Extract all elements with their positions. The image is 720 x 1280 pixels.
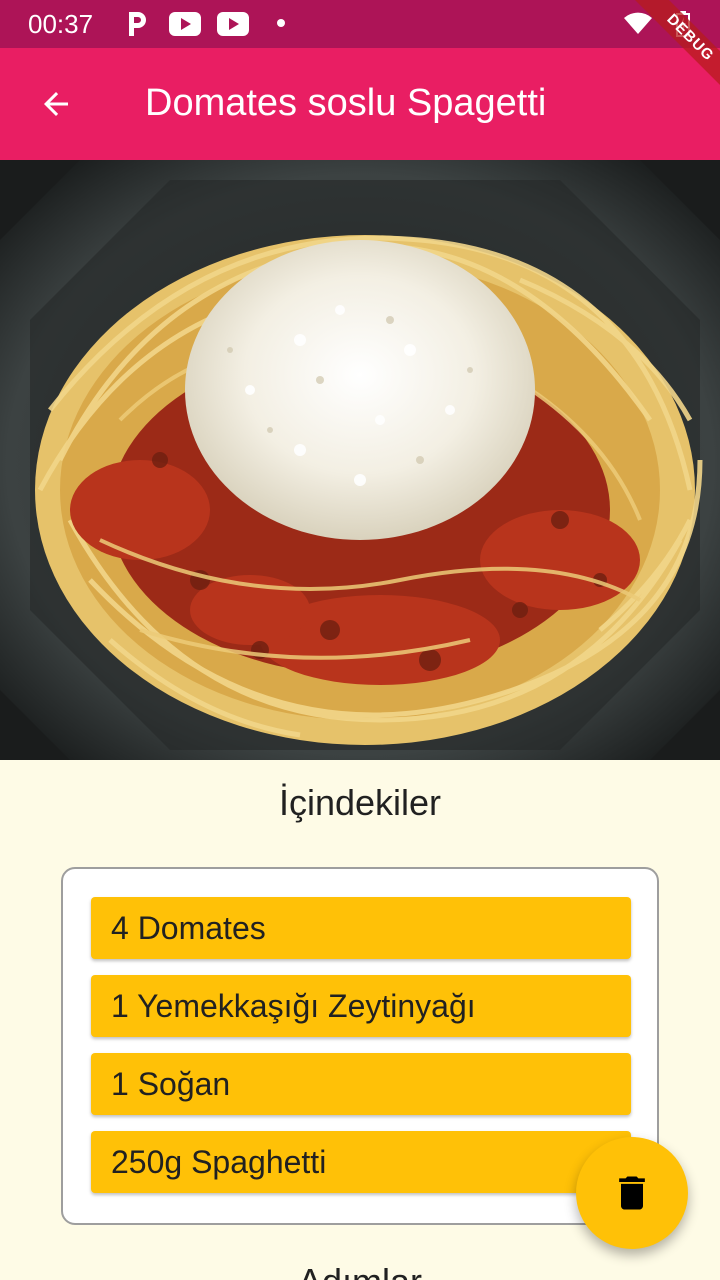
page-title: Domates soslu Spagetti — [145, 82, 547, 124]
status-time: 00:37 — [28, 9, 94, 39]
app-bar: Domates soslu Spagetti — [0, 48, 720, 160]
trash-icon — [619, 1176, 645, 1210]
youtube-icon — [217, 12, 249, 36]
delete-button[interactable] — [576, 1137, 688, 1249]
ingredient-item[interactable]: 4 Domates — [91, 897, 631, 959]
ingredients-title: İçindekiler — [278, 782, 442, 823]
dot-icon — [277, 19, 285, 27]
youtube-icon — [169, 12, 201, 36]
ingredient-item[interactable]: 250g Spaghetti — [91, 1131, 631, 1193]
status-bar: 00:37 — [0, 0, 720, 48]
parking-icon — [129, 12, 146, 36]
ingredient-item[interactable]: 1 Yemekkaşığı Zeytinyağı — [91, 975, 631, 1037]
recipe-image — [0, 160, 720, 760]
back-button[interactable] — [28, 76, 84, 132]
ingredients-card: 4 Domates 1 Yemekkaşığı Zeytinyağı 1 Soğ… — [61, 867, 659, 1225]
wifi-icon — [624, 12, 652, 34]
spaghetti-photo — [0, 160, 720, 760]
steps-title: Adımlar — [0, 1262, 720, 1280]
arrow-back-icon — [44, 92, 68, 116]
ingredient-item[interactable]: 1 Soğan — [91, 1053, 631, 1115]
